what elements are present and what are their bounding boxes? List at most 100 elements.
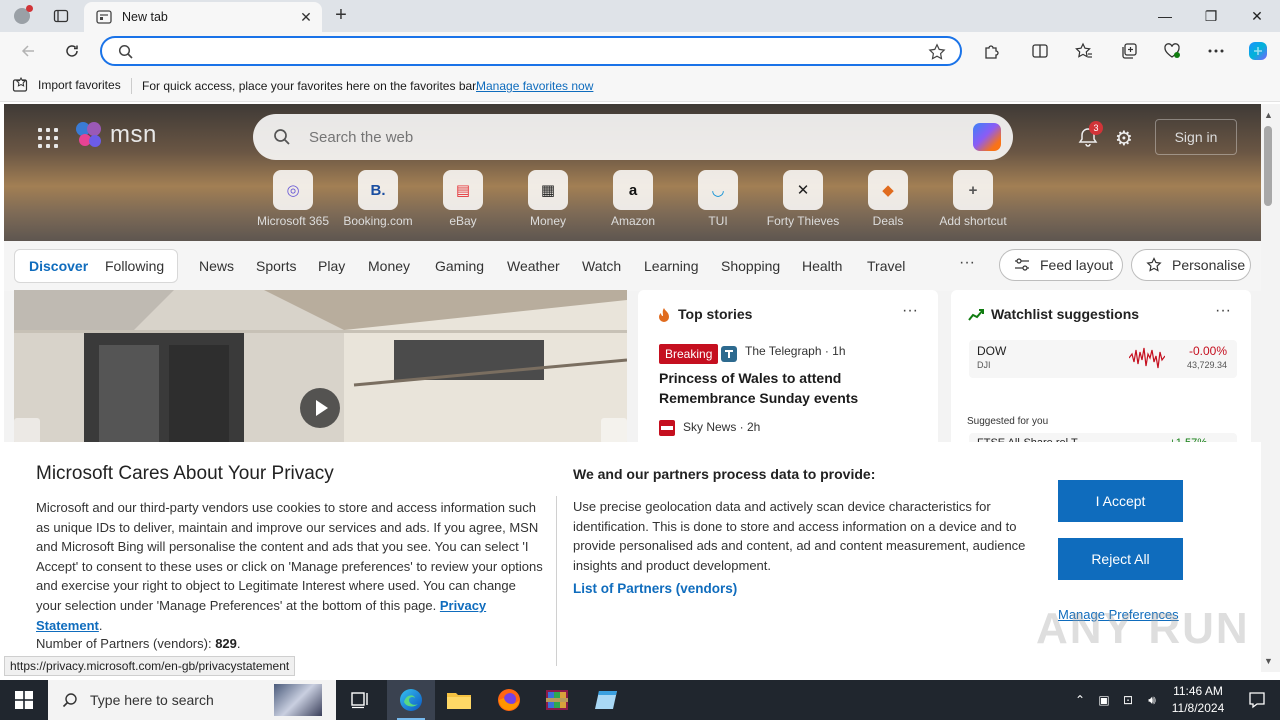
list-of-partners-link[interactable]: List of Partners (vendors) [573,581,737,596]
hero-video-card[interactable] [14,290,627,450]
taskbar-firefox[interactable] [485,680,533,720]
shortcut-microsoft-365[interactable]: ◎ Microsoft 365 [253,170,333,230]
restore-button[interactable]: ❐ [1188,0,1234,32]
nav-more-button[interactable]: ··· [959,254,975,272]
nav-weather[interactable]: Weather [507,258,560,274]
taskbar-edge-app[interactable] [387,680,435,720]
carousel-next-arrow[interactable] [601,418,627,444]
tab-actions-button[interactable] [48,4,74,28]
scroll-up-arrow-icon[interactable]: ▲ [1264,110,1273,120]
msn-logo[interactable]: msn [74,120,157,150]
refresh-button[interactable] [58,38,86,64]
copilot-search-icon[interactable] [973,123,1001,151]
close-window-button[interactable]: ✕ [1234,0,1280,32]
feed-layout-button[interactable]: Feed layout [999,249,1123,281]
task-view-button[interactable] [336,680,384,720]
tray-volume-icon[interactable]: 🔊︎ [1140,680,1164,720]
personalise-star-icon [1146,257,1162,272]
favorites-button[interactable] [1070,38,1098,64]
watchlist-more-button[interactable]: ··· [1215,302,1231,320]
nav-watch[interactable]: Watch [582,258,621,274]
profile-button[interactable] [8,4,36,28]
nav-gaming[interactable]: Gaming [435,258,484,274]
scrollbar-thumb[interactable] [1264,126,1272,206]
shortcut-microsoft-365-icon: ◎ [273,170,313,210]
back-button[interactable] [14,38,42,64]
tab-close-button[interactable]: ✕ [298,9,314,25]
app-launcher-icon[interactable] [38,128,58,148]
shortcut-money[interactable]: ▦ Money [508,170,588,230]
nav-shopping[interactable]: Shopping [721,258,780,274]
extensions-button[interactable] [978,38,1006,64]
scroll-down-arrow-icon[interactable]: ▼ [1264,656,1273,666]
shortcut-add-shortcut[interactable]: + Add shortcut [933,170,1013,230]
top-stories-more-button[interactable]: ··· [902,302,918,320]
story-headline-link[interactable]: Princess of Wales to attend Remembrance … [659,368,919,408]
collections-button[interactable] [1115,38,1143,64]
dow-change: -0.00% [1188,344,1227,358]
nav-money[interactable]: Money [368,258,410,274]
web-search-input[interactable] [309,126,949,148]
shortcut-booking-com[interactable]: B. Booking.com [338,170,418,230]
shortcut-ebay-icon: ▤ [443,170,483,210]
new-tab-button[interactable]: + [330,4,352,26]
web-search-box[interactable] [253,114,1013,160]
import-favorites-button[interactable]: Import favorites [12,77,121,93]
tab-following[interactable]: Following [105,258,164,274]
manage-favorites-link[interactable]: Manage favorites now [476,79,593,93]
shortcut-forty-thieves[interactable]: ✕ Forty Thieves [763,170,843,230]
shortcut-amazon-icon: a [613,170,653,210]
shortcut-label: TUI [708,214,728,228]
dow-stock-row[interactable]: DOW DJI -0.00% 43,729.34 [969,340,1237,378]
shortcut-booking-com-icon: B. [358,170,398,210]
address-input[interactable] [142,42,922,62]
shortcut-ebay[interactable]: ▤ eBay [423,170,503,230]
msn-butterfly-icon [76,122,101,147]
copilot-button[interactable] [1244,38,1272,64]
personalise-button[interactable]: Personalise [1131,249,1251,281]
reject-all-button[interactable]: Reject All [1058,538,1183,580]
copilot-icon [1249,42,1267,60]
taskbar-search-icon [62,693,77,708]
nav-learning[interactable]: Learning [644,258,699,274]
taskbar-search-placeholder: Type here to search [90,692,214,708]
msn-sign-in-button[interactable]: Sign in [1155,119,1237,155]
tab-title: New tab [122,10,168,24]
msn-settings-gear-icon[interactable]: ⚙ [1115,126,1139,150]
shortcut-deals[interactable]: ◆ Deals [848,170,928,230]
nav-health[interactable]: Health [802,258,842,274]
shortcut-deals-icon: ◆ [868,170,908,210]
taskbar-file-explorer[interactable] [435,680,483,720]
browser-essentials-button[interactable] [1158,38,1186,64]
minimize-button[interactable]: — [1142,0,1188,32]
shortcut-amazon[interactable]: a Amazon [593,170,673,230]
tray-overflow-chevron-icon[interactable]: ⌃ [1068,680,1092,720]
watchlist-title: Watchlist suggestions [991,306,1140,322]
page-scrollbar[interactable]: ▲ ▼ [1261,104,1280,672]
nav-play[interactable]: Play [318,258,345,274]
tray-network-drive-icon[interactable]: ▣ [1092,680,1116,720]
tab-discover[interactable]: Discover [29,258,88,274]
feed-tab-group: Discover Following [14,249,178,283]
carousel-prev-arrow[interactable] [14,418,40,444]
split-screen-button[interactable] [1026,38,1054,64]
tray-network-icon[interactable]: ⊡ [1116,680,1140,720]
taskbar-clock[interactable]: 11:46 AM 11/8/2024 [1162,683,1234,717]
accept-button[interactable]: I Accept [1058,480,1183,522]
nav-travel[interactable]: Travel [867,258,905,274]
start-button[interactable] [0,680,48,720]
dow-name: DOW [977,344,1007,358]
play-video-button[interactable] [300,388,340,428]
nav-news[interactable]: News [199,258,234,274]
heart-pulse-icon [1164,43,1180,58]
favorite-star-icon[interactable] [928,43,946,61]
nav-sports[interactable]: Sports [256,258,296,274]
action-center-button[interactable] [1234,680,1280,720]
taskbar-search-box[interactable]: Type here to search [48,680,336,720]
taskbar-notepad-app[interactable] [582,680,630,720]
browser-tab-new-tab[interactable]: New tab ✕ [84,2,322,32]
taskbar-winrar[interactable] [533,680,581,720]
shortcut-tui[interactable]: ◡ TUI [678,170,758,230]
settings-more-button[interactable] [1202,38,1230,64]
address-bar[interactable] [100,36,962,66]
